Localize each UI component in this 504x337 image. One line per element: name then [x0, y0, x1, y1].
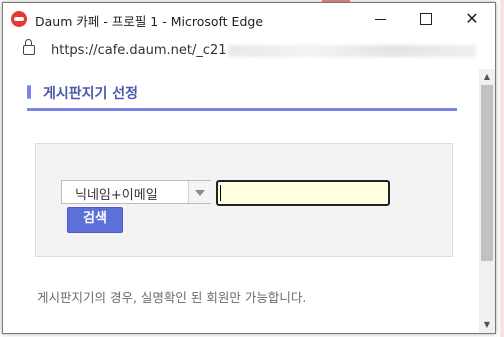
url-redacted [228, 45, 476, 57]
search-button[interactable]: 검색 [67, 207, 123, 233]
background-edge [500, 0, 504, 337]
lock-icon[interactable] [23, 39, 35, 55]
text-caret [220, 185, 221, 201]
scroll-down-icon[interactable]: ▼ [479, 319, 495, 331]
scroll-up-icon[interactable]: ▲ [479, 71, 495, 83]
search-input[interactable] [216, 180, 390, 206]
search-type-value[interactable]: 닉네임+이메일 [75, 184, 158, 203]
minimize-button[interactable] [357, 3, 403, 35]
browser-window: Daum 카페 - 프로필 1 - Microsoft Edge ✕ https… [2, 2, 496, 334]
page-title: 게시판지기 선정 [43, 86, 139, 102]
notice-text: 게시판지기의 경우, 실명확인 된 회원만 가능합니다. [37, 290, 307, 305]
maximize-button[interactable] [403, 3, 449, 35]
window-title: Daum 카페 - 프로필 1 - Microsoft Edge [35, 14, 264, 29]
heading-marker [27, 85, 31, 99]
minimize-icon [374, 18, 386, 20]
url-text[interactable]: https://cafe.daum.net/_c21 [51, 43, 227, 58]
daum-logo-icon [11, 11, 27, 27]
close-icon: ✕ [465, 9, 479, 28]
chevron-down-icon[interactable] [188, 181, 211, 203]
heading-divider [27, 108, 457, 111]
scroll-thumb[interactable] [481, 85, 493, 261]
close-button[interactable]: ✕ [449, 3, 495, 35]
maximize-icon [420, 13, 432, 25]
